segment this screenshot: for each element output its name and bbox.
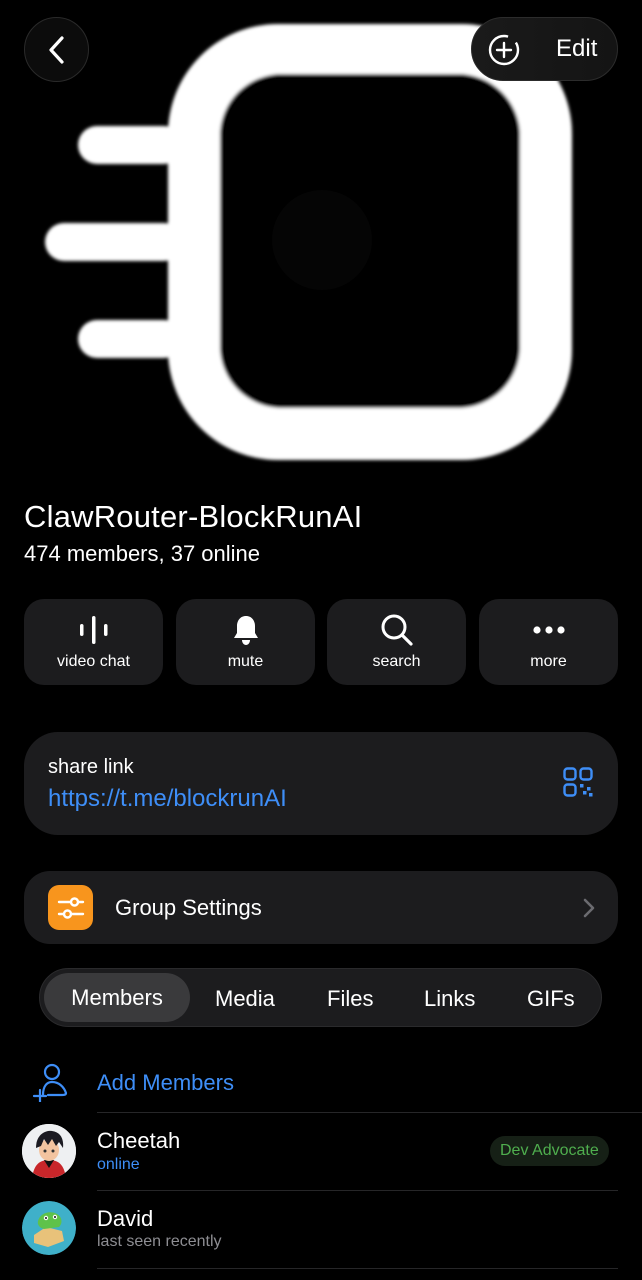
chevron-left-icon (48, 35, 64, 64)
member-status: online (97, 1156, 140, 1173)
tab-files[interactable]: Files (327, 986, 373, 1012)
share-link-caption: share link (48, 756, 134, 778)
group-member-count: 474 members, 37 online (24, 541, 261, 566)
group-settings-row[interactable]: Group Settings (24, 871, 618, 944)
search-label: search (372, 653, 421, 670)
video-chat-button[interactable]: video chat (24, 599, 163, 685)
add-members-row[interactable]: Add Members (0, 1058, 642, 1112)
search-icon (381, 614, 413, 646)
tab-gifs[interactable]: GIFs (527, 986, 575, 1012)
group-settings-label: Group Settings (115, 895, 262, 920)
bell-icon (233, 616, 258, 645)
member-role-badge: Dev Advocate (490, 1136, 609, 1166)
tab-links[interactable]: Links (424, 986, 475, 1012)
more-dots-icon (532, 626, 565, 634)
chevron-right-icon (583, 898, 595, 918)
group-info-screen: Edit ClawRouter-BlockRunAI 474 members, … (0, 0, 642, 1280)
add-member-icon (32, 1063, 68, 1102)
edit-button[interactable]: Edit (471, 17, 618, 81)
tab-members[interactable]: Members (44, 973, 190, 1022)
group-title: ClawRouter-BlockRunAI (24, 499, 363, 534)
member-status: last seen recently (97, 1233, 222, 1250)
avatar (22, 1201, 76, 1255)
back-button[interactable] (24, 17, 89, 82)
member-row-cheetah[interactable]: Cheetah online Dev Advocate (0, 1113, 642, 1191)
video-chat-label: video chat (57, 653, 130, 670)
add-circle-icon (488, 34, 520, 66)
member-row-david[interactable]: David last seen recently (0, 1191, 642, 1269)
more-button[interactable]: more (479, 599, 618, 685)
share-link-url[interactable]: https://t.me/blockrunAI (48, 785, 287, 813)
mute-label: mute (227, 653, 264, 670)
avatar (22, 1124, 76, 1178)
sliders-icon (48, 885, 93, 930)
mute-button[interactable]: mute (176, 599, 315, 685)
search-button[interactable]: search (327, 599, 466, 685)
tab-media[interactable]: Media (215, 986, 275, 1012)
member-name: David (97, 1206, 154, 1231)
add-members-label: Add Members (97, 1070, 234, 1095)
more-label: more (530, 653, 567, 670)
media-tabs: Members Media Files Links GIFs (39, 968, 602, 1027)
edit-label: Edit (556, 35, 598, 62)
video-chat-icon (79, 616, 107, 644)
member-name: Cheetah (97, 1128, 181, 1153)
divider (97, 1268, 618, 1269)
qr-code-icon[interactable] (563, 767, 593, 797)
share-link-card: share link https://t.me/blockrunAI (24, 732, 618, 835)
